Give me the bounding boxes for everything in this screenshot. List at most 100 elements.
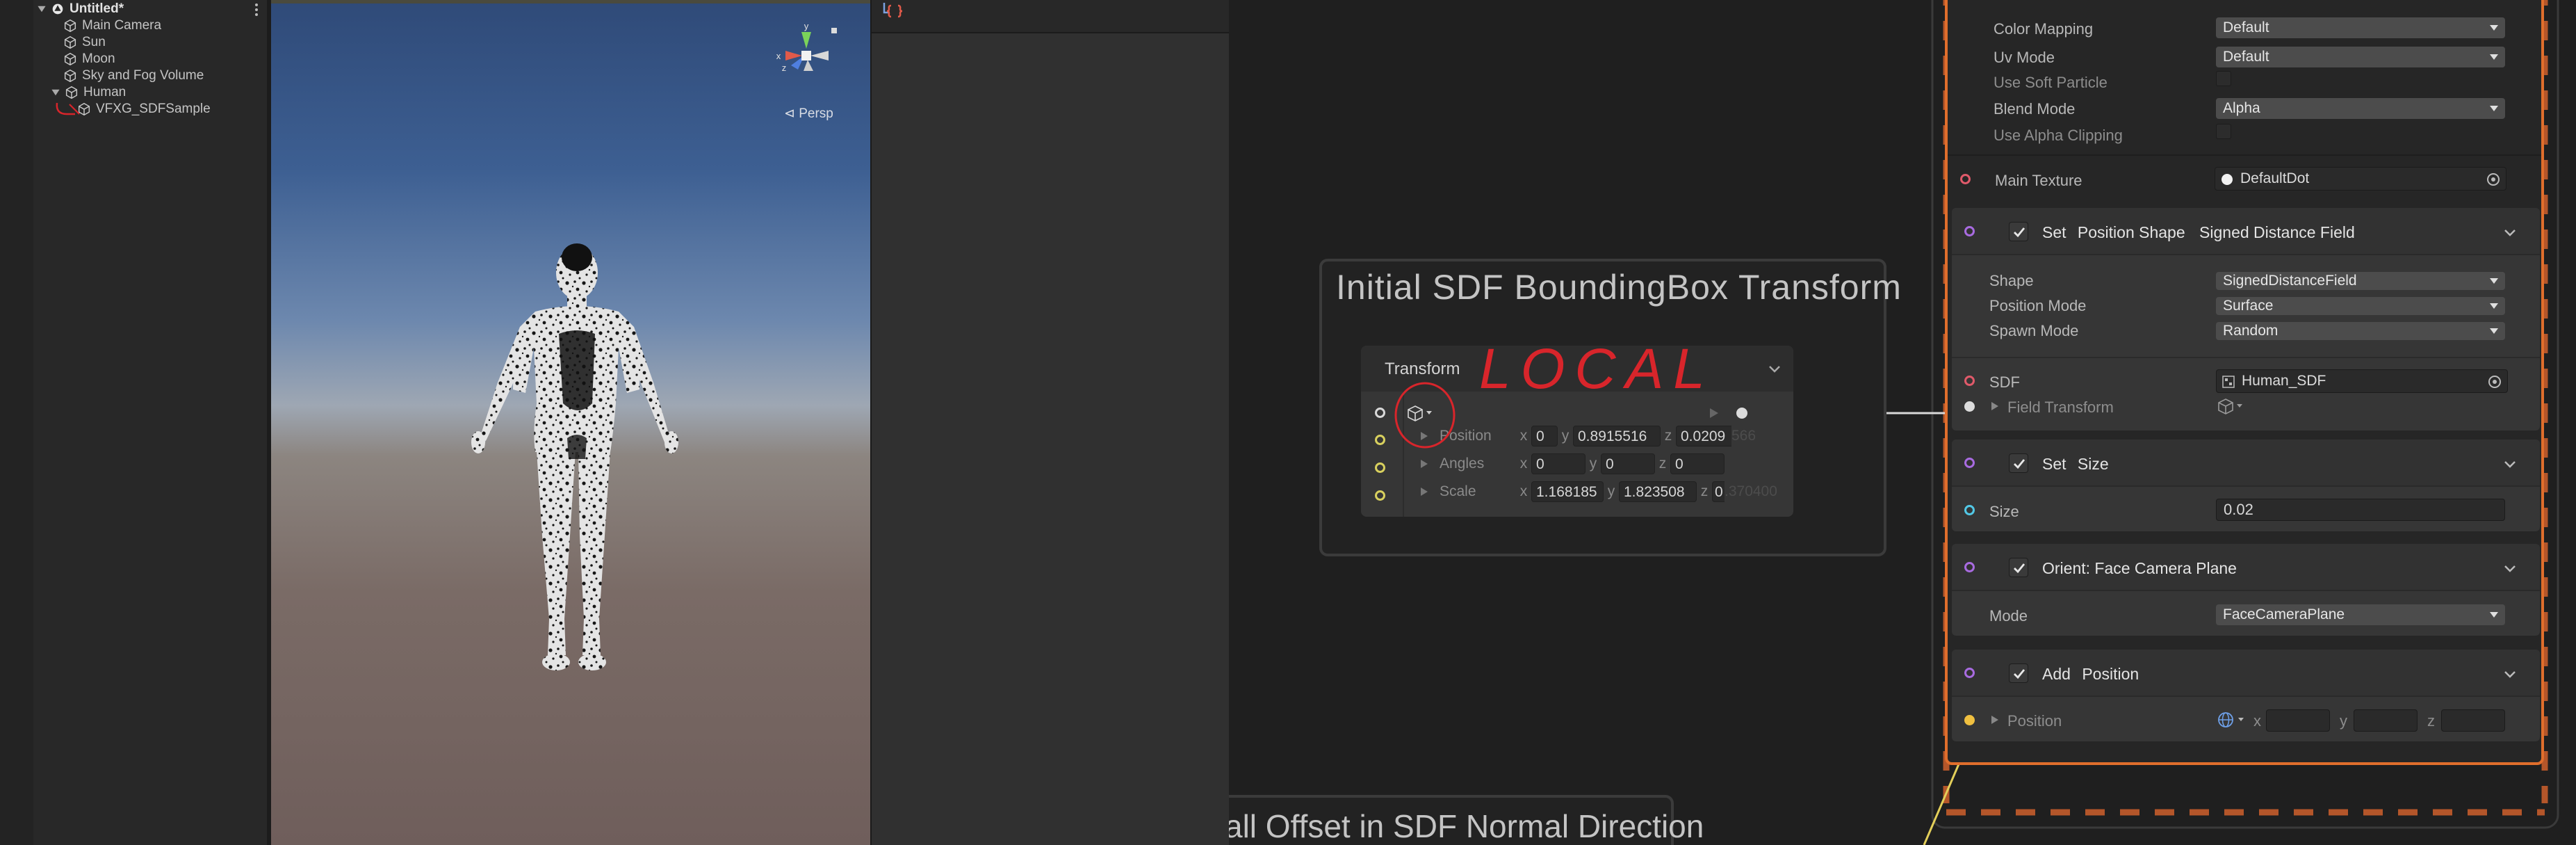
checkmark-icon: [2014, 669, 2025, 679]
texture-dot-icon: [2222, 174, 2233, 185]
hierarchy-item-main-camera[interactable]: Main Camera: [63, 17, 161, 34]
world-space-globe-icon[interactable]: [2217, 711, 2248, 729]
size-field[interactable]: 0.02: [2216, 499, 2505, 521]
block-header[interactable]: [1952, 440, 2540, 487]
prop-label: Position Mode: [1989, 297, 2087, 314]
angles-z-field[interactable]: 0: [1670, 453, 1725, 474]
block-enable-checkbox[interactable]: [2009, 222, 2028, 241]
hierarchy-item-human[interactable]: Human: [50, 84, 126, 101]
chevron-down-icon[interactable]: [2502, 225, 2518, 240]
hierarchy-item-label: Sun: [82, 35, 106, 49]
position-mode-dropdown[interactable]: Surface: [2216, 297, 2505, 315]
uv-mode-dropdown[interactable]: Default: [2216, 47, 2505, 67]
color-mapping-dropdown[interactable]: Default: [2216, 17, 2505, 38]
row-label: Scale: [1440, 483, 1476, 499]
prop-label: Blend Mode: [1994, 100, 2076, 118]
scale-y-field[interactable]: 1.823508: [1619, 481, 1697, 502]
block-enable-checkbox[interactable]: [2009, 453, 2028, 473]
scene-row[interactable]: Untitled*: [36, 1, 124, 17]
position-y-field[interactable]: 0.8915516: [1573, 426, 1661, 446]
orient-mode-dropdown[interactable]: FaceCameraPlane: [2216, 604, 2505, 625]
projection-label[interactable]: ⊲ Persp: [784, 106, 833, 122]
prop-label: Use Alpha Clipping: [1994, 127, 2123, 144]
chevron-down-icon[interactable]: [2502, 456, 2518, 472]
scale-z-field[interactable]: 0: [1712, 481, 1725, 502]
vfx-graph-canvas[interactable]: Initial SDF BoundingBox Transform Transf…: [1229, 0, 2576, 845]
position-z-field[interactable]: 0.0209: [1676, 426, 1731, 446]
block-input-port[interactable]: [1964, 668, 1975, 678]
block-set-position-shape[interactable]: Set Position Shape Signed Distance Field…: [1952, 208, 2540, 430]
expand-right-icon[interactable]: [1420, 487, 1428, 497]
position-port[interactable]: [1964, 715, 1975, 725]
input-port[interactable]: [1375, 490, 1385, 501]
gameobject-cube-icon: [64, 19, 76, 33]
input-port[interactable]: [1375, 435, 1385, 445]
local-space-cube-icon[interactable]: [1407, 404, 1433, 422]
hierarchy-item-label: Moon: [82, 51, 115, 66]
position-z-field[interactable]: [2441, 709, 2505, 732]
use-alpha-clipping-checkbox[interactable]: [2216, 124, 2231, 139]
expand-down-icon[interactable]: [50, 87, 61, 98]
graph-toolbar: [872, 0, 1230, 33]
lock-icon[interactable]: [831, 28, 837, 33]
block-add-position[interactable]: Add Position Position x y z: [1952, 650, 2540, 741]
angles-x-field[interactable]: 0: [1531, 453, 1585, 474]
block-enable-checkbox[interactable]: [2009, 663, 2028, 683]
orientation-gizmo-icon[interactable]: y x z: [772, 21, 841, 97]
sdf-texture-icon: [2222, 376, 2235, 388]
size-port[interactable]: [1964, 505, 1975, 515]
node-header[interactable]: Transform: [1361, 346, 1793, 392]
scale-x-field[interactable]: 1.168185: [1531, 481, 1604, 502]
input-port[interactable]: [1375, 462, 1385, 473]
position-y-field[interactable]: [2354, 709, 2418, 732]
hierarchy-item-vfxg-sdfsample[interactable]: VFXG_SDFSample: [76, 101, 211, 118]
output-context[interactable]: Color Mapping Default Uv Mode Default Us…: [1945, 0, 2544, 765]
hierarchy-item-moon[interactable]: Moon: [63, 51, 115, 67]
block-input-port[interactable]: [1964, 226, 1975, 236]
expand-right-icon[interactable]: [1420, 431, 1428, 441]
expand-right-icon[interactable]: [1991, 401, 1999, 411]
expand-right-icon[interactable]: [1991, 715, 1999, 725]
vfx-graph-icon[interactable]: [881, 1, 913, 19]
transform-node[interactable]: Transform Position x 0 y 0.8915516 z 0.0…: [1361, 346, 1793, 517]
kebab-menu-icon[interactable]: [253, 1, 260, 18]
chevron-down-icon[interactable]: [2502, 561, 2518, 576]
block-title: Add Position: [2042, 665, 2139, 684]
block-enable-checkbox[interactable]: [2009, 558, 2028, 577]
scene-view[interactable]: y x z ⊲ Persp: [271, 0, 870, 845]
field-transform-port[interactable]: [1964, 401, 1975, 412]
hierarchy-panel: Untitled* Main Camera Sun Moon Sky and F…: [0, 0, 271, 845]
expand-down-icon[interactable]: [36, 3, 47, 15]
sdf-field[interactable]: Human_SDF: [2216, 369, 2508, 393]
local-space-cube-icon[interactable]: [2217, 397, 2245, 415]
spawn-mode-dropdown[interactable]: Random: [2216, 322, 2505, 340]
blend-mode-dropdown[interactable]: Alpha: [2216, 98, 2505, 119]
object-picker-icon[interactable]: [2488, 375, 2502, 389]
block-orient-face-camera-plane[interactable]: Orient: Face Camera Plane Mode FaceCamer…: [1952, 544, 2540, 636]
position-x-field[interactable]: 0: [1531, 426, 1558, 446]
angles-y-field[interactable]: 0: [1601, 453, 1655, 474]
sdf-port[interactable]: [1964, 376, 1975, 386]
main-texture-field[interactable]: DefaultDot: [2215, 167, 2506, 191]
block-header[interactable]: [1952, 544, 2540, 591]
block-input-port[interactable]: [1964, 458, 1975, 468]
block-set-size[interactable]: Set Size Size 0.02: [1952, 440, 2540, 531]
hierarchy-item-sky-fog[interactable]: Sky and Fog Volume: [63, 67, 204, 84]
hierarchy-item-sun[interactable]: Sun: [63, 34, 106, 51]
expand-right-icon[interactable]: [1420, 459, 1428, 469]
use-soft-particle-checkbox[interactable]: [2216, 71, 2231, 86]
input-port[interactable]: [1375, 408, 1385, 418]
position-x-field[interactable]: [2266, 709, 2330, 732]
shape-dropdown[interactable]: SignedDistanceField: [2216, 272, 2505, 290]
main-texture-port[interactable]: [1960, 174, 1971, 184]
block-attribute: Position Shape: [2077, 223, 2185, 241]
hierarchy-item-label: Main Camera: [82, 18, 162, 33]
output-port[interactable]: [1736, 408, 1747, 419]
chevron-down-icon[interactable]: [1767, 361, 1782, 376]
object-picker-icon[interactable]: [2486, 172, 2500, 186]
block-input-port[interactable]: [1964, 562, 1975, 572]
chevron-down-icon[interactable]: [2502, 666, 2518, 682]
block-header[interactable]: [1952, 650, 2540, 697]
sticky-note[interactable]: all Offset in SDF Normal Direction: [1229, 795, 1704, 845]
prop-label: Main Texture: [1995, 172, 2082, 189]
